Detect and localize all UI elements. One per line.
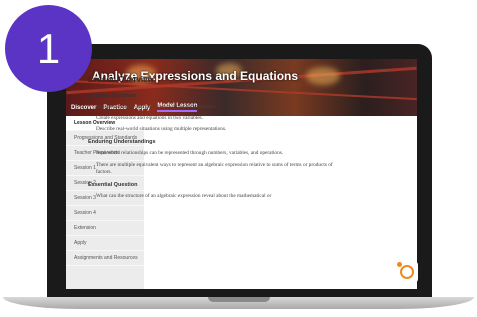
lesson-content: Lesson Overview Lesson Objectives Interp… <box>88 75 333 230</box>
list-item: Create expressions and equations in two … <box>96 115 333 122</box>
page-title: Lesson Overview <box>88 75 154 84</box>
list-item: What can the structure of an algebraic e… <box>96 193 333 200</box>
objectives-list: Interpret variables and quantities in te… <box>88 104 333 133</box>
list-item: Interpret variables and quantities in te… <box>96 104 333 111</box>
sidebar-item-apply[interactable]: Apply <box>66 236 144 251</box>
section-heading-understandings: Enduring Understandings <box>88 139 156 146</box>
laptop-notch <box>208 297 270 302</box>
step-number: 1 <box>36 24 61 72</box>
brand-logo-icon[interactable] <box>396 261 418 283</box>
list-item: Describe real-world situations using mul… <box>96 126 333 133</box>
step-number-badge: 1 <box>5 5 92 92</box>
understandings-list: Real-world relationships can be represen… <box>88 150 333 175</box>
essential-question-list: What can the structure of an algebraic e… <box>88 193 333 200</box>
list-item: Real-world relationships can be represen… <box>96 150 333 157</box>
section-heading-essential-question: Essential Question <box>88 181 138 188</box>
section-heading-objectives: Lesson Objectives <box>88 93 137 99</box>
sidebar-item-assignments[interactable]: Assignments and Resources <box>66 251 144 266</box>
list-item: There are multiple equivalent ways to re… <box>96 162 333 176</box>
